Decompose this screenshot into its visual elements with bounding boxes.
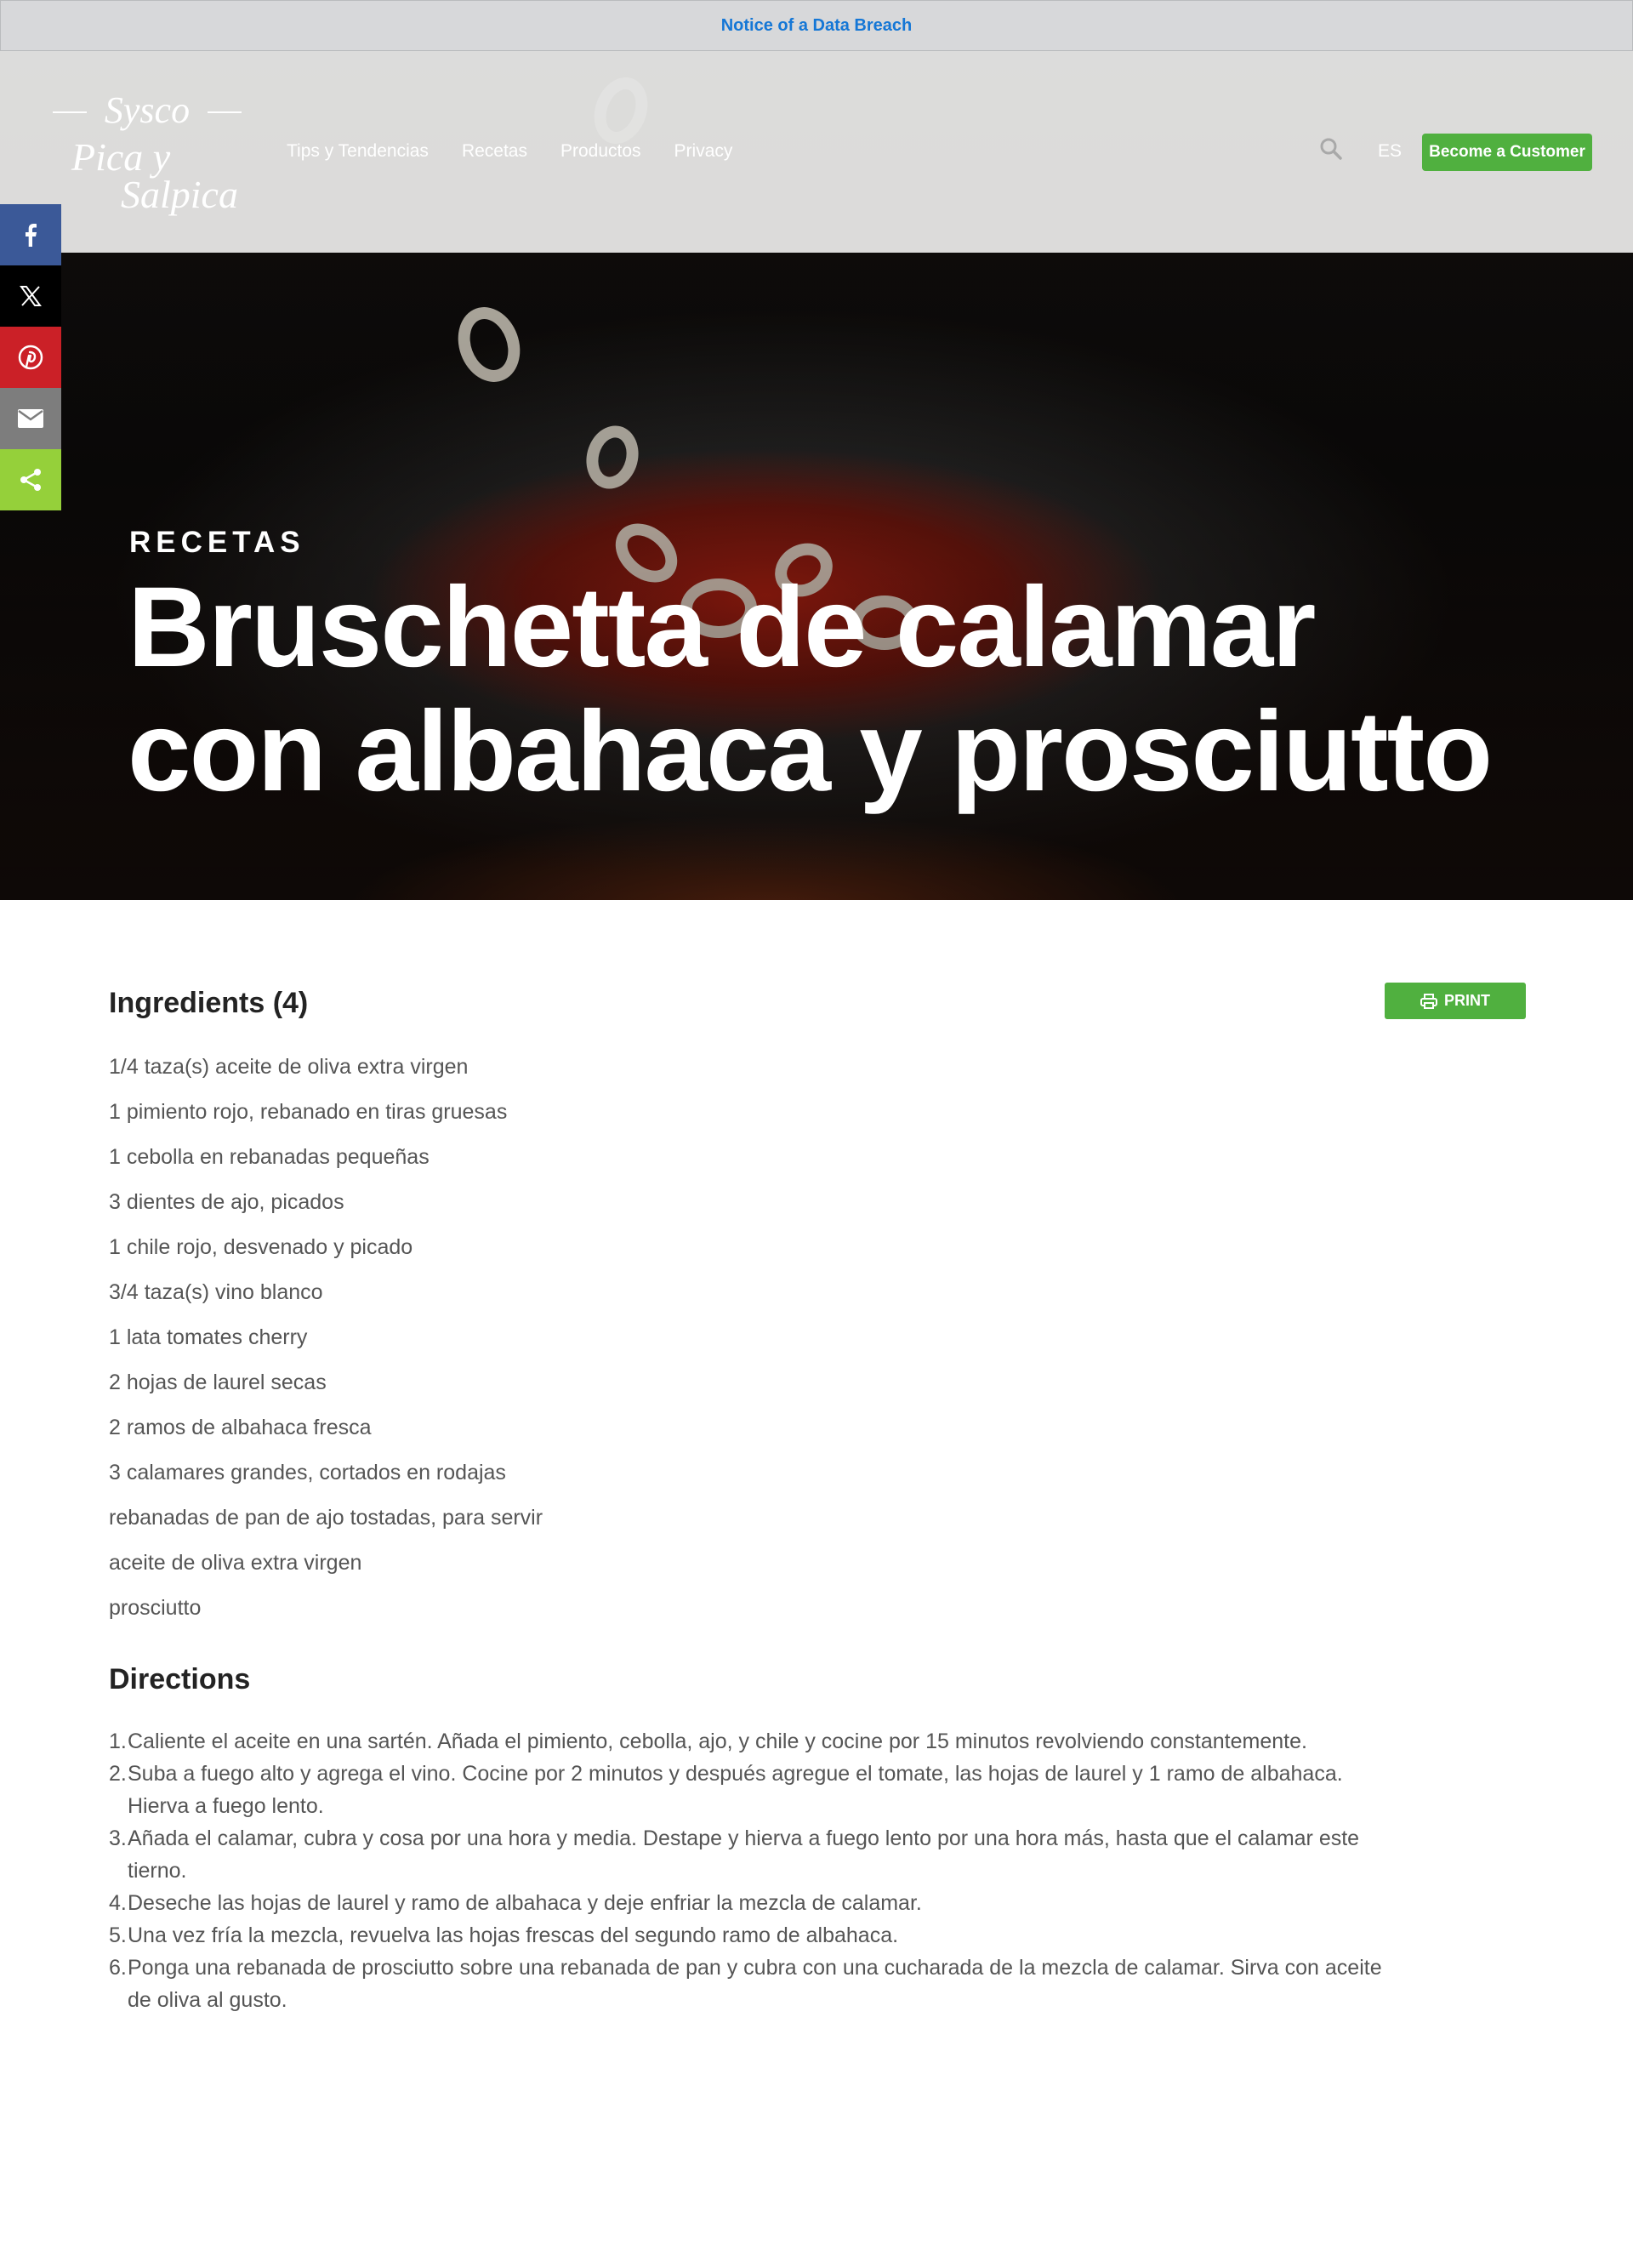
step-text: Una vez fría la mezcla, revuelva las hoj… — [128, 1923, 899, 1947]
ingredient-item: rebanadas de pan de ajo tostadas, para s… — [109, 1506, 543, 1530]
direction-step: 3. Añada el calamar, cubra y cosa por una… — [109, 1822, 1395, 1887]
ingredient-item: 1 pimiento rojo, rebanado en tiras grues… — [109, 1100, 508, 1124]
ingredients-list: 1/4 taza(s) aceite de oliva extra virgen… — [109, 1053, 543, 1639]
step-text: Caliente el aceite en una sartén. Añada … — [128, 1729, 1307, 1753]
email-share-button[interactable] — [0, 388, 61, 449]
step-number: 6. — [109, 1956, 127, 1980]
nav-item-tips[interactable]: Tips y Tendencias — [287, 141, 429, 162]
direction-step: 5. Una vez fría la mezcla, revuelva las h… — [109, 1919, 1395, 1952]
ingredient-item: 1/4 taza(s) aceite de oliva extra virgen — [109, 1055, 469, 1079]
ingredient-item: 3/4 taza(s) vino blanco — [109, 1280, 323, 1304]
language-switch[interactable]: ES — [1378, 141, 1402, 162]
direction-step: 1. Caliente el aceite en una sartén. Añad… — [109, 1725, 1395, 1758]
search-icon[interactable] — [1318, 136, 1344, 162]
ingredients-heading: Ingredients (4) — [109, 987, 309, 1019]
step-number: 2. — [109, 1762, 127, 1786]
pinterest-icon — [18, 345, 43, 370]
sysco-pica-salpica-logo[interactable]: Sysco Pica y Salpica — [53, 88, 242, 216]
ingredient-item: 1 lata tomates cherry — [109, 1325, 308, 1349]
step-number: 4. — [109, 1891, 127, 1915]
pinterest-share-button[interactable] — [0, 327, 61, 388]
facebook-share-button[interactable] — [0, 204, 61, 265]
step-text: Añada el calamar, cubra y cosa por una h… — [128, 1826, 1360, 1883]
become-customer-button[interactable]: Become a Customer — [1422, 134, 1592, 171]
printer-icon — [1420, 993, 1437, 1009]
recipe-title-line1: Bruschetta de calamar — [128, 564, 1316, 691]
step-text: Suba a fuego alto y agrega el vino. Coci… — [128, 1762, 1343, 1818]
print-label: PRINT — [1444, 992, 1490, 1009]
facebook-icon — [26, 224, 37, 247]
main-nav: Tips y Tendencias Recetas Productos Priv… — [287, 141, 732, 162]
direction-step: 2. Suba a fuego alto y agrega el vino. Co… — [109, 1758, 1395, 1822]
ingredient-item: aceite de oliva extra virgen — [109, 1551, 362, 1575]
step-number: 3. — [109, 1826, 127, 1850]
print-button[interactable]: PRINT — [1385, 983, 1526, 1019]
recipe-title: Bruschetta de calamar con albahaca y pro… — [128, 566, 1590, 814]
nav-item-privacy[interactable]: Privacy — [674, 141, 733, 162]
ingredient-item: prosciutto — [109, 1596, 202, 1620]
step-text: Deseche las hojas de laurel y ramo de al… — [128, 1891, 922, 1915]
direction-step: 4. Deseche las hojas de laurel y ramo de … — [109, 1887, 1395, 1919]
ingredient-item: 2 ramos de albahaca fresca — [109, 1416, 372, 1439]
ingredient-item: 1 cebolla en rebanadas pequeñas — [109, 1145, 430, 1169]
x-share-button[interactable] — [0, 265, 61, 327]
step-number: 5. — [109, 1923, 127, 1947]
step-text: Ponga una rebanada de prosciutto sobre u… — [128, 1956, 1382, 2012]
recipe-title-line2: con albahaca y prosciutto — [128, 688, 1493, 815]
nav-item-productos[interactable]: Productos — [560, 141, 641, 162]
logo-salpica-text: Salpica — [121, 173, 238, 216]
directions-heading: Directions — [109, 1663, 251, 1695]
ingredient-item: 3 dientes de ajo, picados — [109, 1190, 344, 1214]
x-icon — [20, 286, 42, 306]
ingredient-item: 2 hojas de laurel secas — [109, 1370, 327, 1394]
data-breach-notice-link[interactable]: Notice of a Data Breach — [721, 16, 913, 36]
step-number: 1. — [109, 1729, 127, 1753]
notice-bar: Notice of a Data Breach — [0, 0, 1633, 51]
direction-step: 6. Ponga una rebanada de prosciutto sobre… — [109, 1952, 1395, 2016]
more-share-button[interactable] — [0, 449, 61, 510]
mail-icon — [18, 409, 43, 428]
nav-item-recetas[interactable]: Recetas — [462, 141, 527, 162]
ingredient-item: 1 chile rojo, desvenado y picado — [109, 1235, 413, 1259]
share-icon — [20, 469, 41, 491]
site-header: Sysco Pica y Salpica Tips y Tendencias R… — [0, 51, 1633, 253]
ingredient-item: 3 calamares grandes, cortados en rodajas — [109, 1461, 506, 1484]
directions-list: 1. Caliente el aceite en una sartén. Añad… — [109, 1725, 1395, 2016]
category-eyebrow: RECETAS — [129, 526, 305, 559]
logo-sysco-text: Sysco — [53, 88, 242, 132]
social-share-bar — [0, 204, 61, 510]
